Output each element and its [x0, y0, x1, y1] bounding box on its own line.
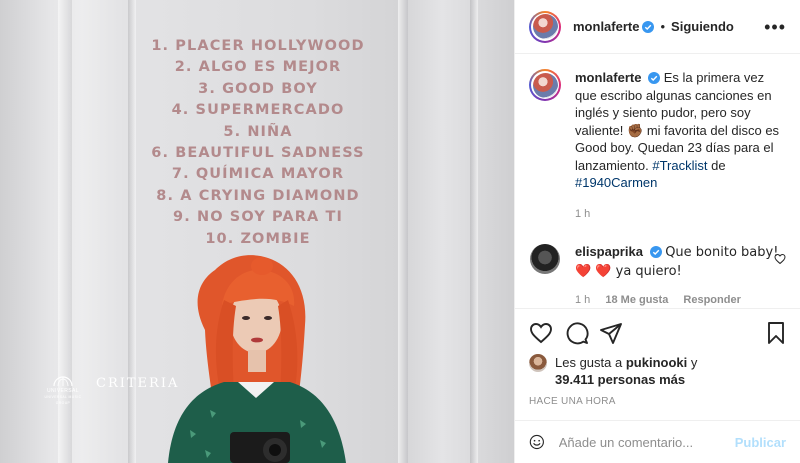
universal-logo: UNIVERSAL UNIVERSAL MUSIC GROUP	[40, 374, 86, 406]
instagram-post: 1. PLACER HOLLYWOOD 2. ALGO ES MEJOR 3. …	[0, 0, 800, 463]
action-bar	[515, 308, 800, 356]
hashtag-1940carmen[interactable]: #1940Carmen	[575, 175, 657, 190]
verified-badge-icon	[649, 246, 662, 258]
following-button[interactable]: Siguiendo	[671, 19, 734, 34]
comment-username[interactable]: elispaprika	[575, 244, 643, 259]
like-comment-heart-icon[interactable]	[774, 253, 786, 265]
add-comment-bar: Publicar	[515, 420, 800, 463]
share-send-icon[interactable]	[599, 321, 623, 345]
save-bookmark-icon[interactable]	[764, 321, 788, 345]
post-header: monlaferte • Siguiendo •••	[515, 0, 800, 54]
comment-input[interactable]	[558, 434, 735, 450]
likes-count[interactable]: 39.411 personas más	[555, 372, 685, 387]
post-image[interactable]: 1. PLACER HOLLYWOOD 2. ALGO ES MEJOR 3. …	[0, 0, 514, 463]
globe-icon	[53, 376, 73, 387]
comment-likes[interactable]: 18 Me gusta	[605, 294, 668, 306]
emoji-smiley-icon[interactable]	[529, 431, 545, 453]
caption-time[interactable]: 1 h	[575, 208, 590, 220]
avatar[interactable]	[529, 69, 561, 101]
separator-dot: •	[660, 19, 666, 34]
avatar[interactable]	[529, 243, 561, 275]
hashtag-tracklist[interactable]: #Tracklist	[652, 158, 707, 173]
comment-bubble-icon[interactable]	[565, 321, 589, 345]
comment: elispaprika Que bonito baby! ❤️ ❤️ ya qu…	[529, 243, 786, 308]
likes-summary: Les gusta a pukinooki y 39.411 personas …	[529, 354, 786, 388]
caption: monlaferte Es la primera vez que escribo…	[529, 69, 786, 223]
criteria-logo: CRITERIA	[96, 376, 180, 391]
post-timestamp[interactable]: HACE UNA HORA	[529, 396, 616, 407]
publish-button[interactable]: Publicar	[735, 435, 786, 450]
caption-username[interactable]: monlaferte	[575, 70, 641, 85]
post-side-panel: monlaferte • Siguiendo ••• monlaferte Es…	[514, 0, 800, 463]
comment-time[interactable]: 1 h	[575, 294, 590, 306]
caption-connector: de	[711, 157, 726, 173]
more-options-icon[interactable]: •••	[764, 18, 786, 36]
liker-username[interactable]: pukinooki	[626, 355, 687, 370]
verified-badge-icon	[648, 72, 661, 84]
avatar[interactable]	[529, 10, 561, 43]
liker-avatar[interactable]	[529, 354, 547, 372]
universal-sublabel: UNIVERSAL MUSIC GROUP	[44, 395, 82, 405]
header-username[interactable]: monlaferte	[573, 19, 639, 34]
reply-button[interactable]: Responder	[683, 294, 740, 306]
comments-list[interactable]: monlaferte Es la primera vez que escribo…	[515, 55, 800, 308]
likes-prefix: Les gusta a	[555, 355, 623, 370]
verified-badge-icon	[642, 20, 655, 33]
like-heart-icon[interactable]	[529, 321, 553, 345]
likes-connector: y	[690, 355, 698, 370]
